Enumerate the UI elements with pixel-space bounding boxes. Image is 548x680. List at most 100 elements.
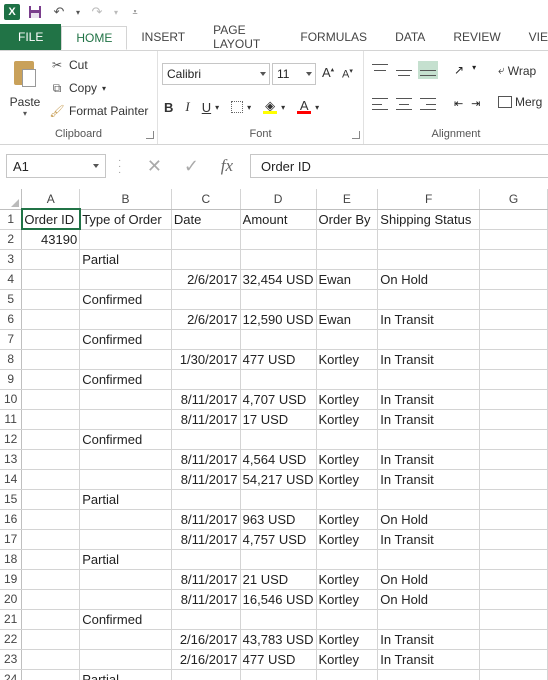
cell-c22[interactable]: 2/16/2017 — [171, 629, 241, 650]
align-left-icon[interactable] — [372, 97, 388, 111]
cell-c11[interactable]: 8/11/2017 — [171, 409, 241, 430]
cell-c3[interactable] — [171, 249, 241, 270]
cell-a13[interactable] — [21, 449, 81, 470]
cell-f22[interactable]: In Transit — [377, 629, 481, 650]
cell-e5[interactable] — [316, 289, 379, 310]
cell-f3[interactable] — [377, 249, 481, 270]
font-launcher-icon[interactable] — [352, 131, 360, 139]
italic-button[interactable]: I — [185, 99, 189, 115]
row-header[interactable]: 16 — [0, 509, 23, 530]
cell-d24[interactable] — [240, 669, 317, 680]
tab-page-layout[interactable]: PAGE LAYOUT — [199, 23, 286, 51]
borders-dropdown-icon[interactable]: ▾ — [247, 103, 251, 112]
cell-e2[interactable] — [316, 229, 379, 250]
cell-f18[interactable] — [377, 549, 481, 570]
cell-g6[interactable] — [479, 309, 548, 330]
cell-e18[interactable] — [316, 549, 379, 570]
cell-e17[interactable]: Kortley — [316, 529, 379, 550]
cut-button[interactable]: ✂ Cut — [50, 55, 88, 75]
cell-d19[interactable]: 21 USD — [240, 569, 317, 590]
cell-c18[interactable] — [171, 549, 241, 570]
column-header-a[interactable]: A — [21, 189, 81, 210]
tab-data[interactable]: DATA — [381, 24, 439, 50]
cell-f10[interactable]: In Transit — [377, 389, 481, 410]
cell-g2[interactable] — [479, 229, 548, 250]
row-header[interactable]: 5 — [0, 289, 23, 310]
cell-a23[interactable] — [21, 649, 81, 670]
increase-font-size-icon[interactable]: A▴ — [322, 65, 334, 80]
cell-g22[interactable] — [479, 629, 548, 650]
cell-b22[interactable] — [79, 629, 172, 650]
cell-b11[interactable] — [79, 409, 172, 430]
align-center-icon[interactable] — [396, 97, 412, 111]
undo-icon[interactable]: ↶ — [50, 3, 68, 21]
cell-a9[interactable] — [21, 369, 81, 390]
row-header[interactable]: 3 — [0, 249, 23, 270]
font-color-icon[interactable]: A — [297, 99, 312, 114]
customize-toolbar-icon[interactable]: ⩡ — [126, 3, 144, 21]
cell-f11[interactable]: In Transit — [377, 409, 481, 430]
cell-f1[interactable]: Shipping Status — [377, 209, 481, 230]
column-header-b[interactable]: B — [79, 189, 172, 210]
align-middle-icon[interactable] — [396, 63, 412, 77]
cell-g18[interactable] — [479, 549, 548, 570]
wrap-text-button[interactable]: ⤶ Wrap — [498, 63, 536, 78]
cell-b14[interactable] — [79, 469, 172, 490]
row-header[interactable]: 18 — [0, 549, 23, 570]
cell-g11[interactable] — [479, 409, 548, 430]
cell-c13[interactable]: 8/11/2017 — [171, 449, 241, 470]
cell-g7[interactable] — [479, 329, 548, 350]
cell-a4[interactable] — [21, 269, 81, 290]
cell-c19[interactable]: 8/11/2017 — [171, 569, 241, 590]
cell-g13[interactable] — [479, 449, 548, 470]
cell-g20[interactable] — [479, 589, 548, 610]
cell-f6[interactable]: In Transit — [377, 309, 481, 330]
cell-e21[interactable] — [316, 609, 379, 630]
cell-b13[interactable] — [79, 449, 172, 470]
cell-a21[interactable] — [21, 609, 81, 630]
cell-b19[interactable] — [79, 569, 172, 590]
cell-b10[interactable] — [79, 389, 172, 410]
cell-a8[interactable] — [21, 349, 81, 370]
cell-c12[interactable] — [171, 429, 241, 450]
cell-a7[interactable] — [21, 329, 81, 350]
align-top-icon[interactable] — [372, 63, 388, 77]
cell-e22[interactable]: Kortley — [316, 629, 379, 650]
cell-f12[interactable] — [377, 429, 481, 450]
row-header[interactable]: 21 — [0, 609, 23, 630]
bold-button[interactable]: B — [164, 100, 173, 115]
cell-b3[interactable]: Partial — [79, 249, 172, 270]
insert-function-button[interactable]: fx — [221, 156, 233, 176]
cell-g10[interactable] — [479, 389, 548, 410]
cell-b5[interactable]: Confirmed — [79, 289, 172, 310]
redo-icon[interactable]: ↷ — [88, 3, 106, 21]
cell-e1[interactable]: Order By — [316, 209, 379, 230]
cell-g24[interactable] — [479, 669, 548, 680]
cell-d7[interactable] — [240, 329, 317, 350]
tab-insert[interactable]: INSERT — [127, 24, 199, 50]
cell-a10[interactable] — [21, 389, 81, 410]
cell-f9[interactable] — [377, 369, 481, 390]
cell-f14[interactable]: In Transit — [377, 469, 481, 490]
cell-d17[interactable]: 4,757 USD — [240, 529, 317, 550]
cell-a16[interactable] — [21, 509, 81, 530]
cell-a18[interactable] — [21, 549, 81, 570]
tab-review[interactable]: REVIEW — [439, 24, 514, 50]
cell-b20[interactable] — [79, 589, 172, 610]
cell-c9[interactable] — [171, 369, 241, 390]
cell-c23[interactable]: 2/16/2017 — [171, 649, 241, 670]
increase-indent-icon[interactable]: ⇥ — [471, 97, 480, 111]
cell-e7[interactable] — [316, 329, 379, 350]
cell-g14[interactable] — [479, 469, 548, 490]
column-header-d[interactable]: D — [240, 189, 317, 210]
cell-b17[interactable] — [79, 529, 172, 550]
row-header[interactable]: 2 — [0, 229, 23, 250]
cell-d5[interactable] — [240, 289, 317, 310]
cell-f8[interactable]: In Transit — [377, 349, 481, 370]
tab-formulas[interactable]: FORMULAS — [286, 24, 381, 50]
cell-e23[interactable]: Kortley — [316, 649, 379, 670]
column-header-f[interactable]: F — [377, 189, 481, 210]
cell-e15[interactable] — [316, 489, 379, 510]
cell-d2[interactable] — [240, 229, 317, 250]
cell-b8[interactable] — [79, 349, 172, 370]
